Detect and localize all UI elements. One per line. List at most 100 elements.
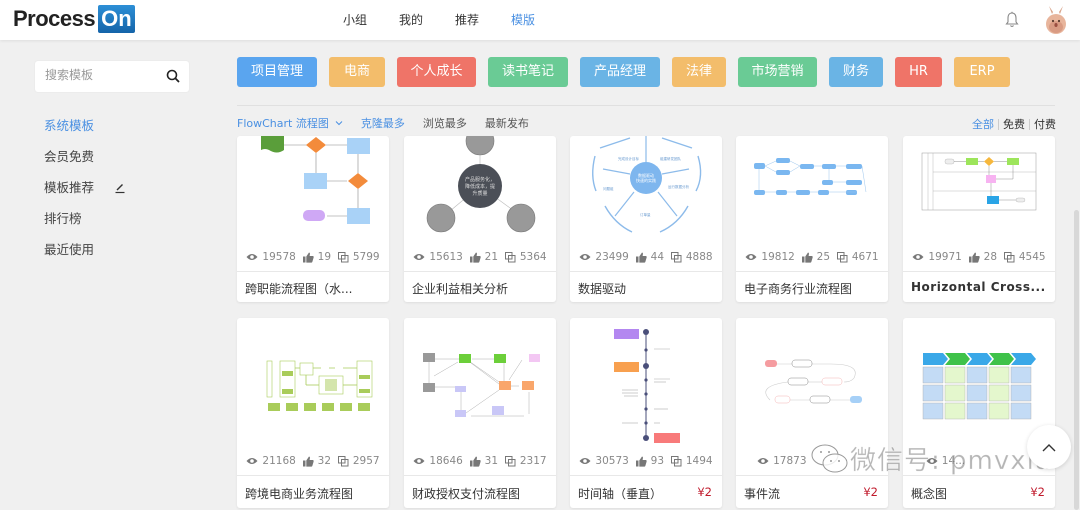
category-product-manager[interactable]: 产品经理 (580, 57, 660, 87)
eye-icon (926, 458, 938, 464)
clone-count: 5364 (504, 251, 547, 263)
bell-icon[interactable] (1004, 11, 1020, 29)
clone-count: 4545 (1003, 251, 1046, 263)
view-count: 18646 (413, 455, 463, 467)
nav-templates[interactable]: 模版 (511, 11, 535, 28)
sidebar-item-system-templates[interactable]: 系统模板 (44, 110, 126, 141)
template-card[interactable]: 30573 93 1494 时间轴（垂直） ¥2 (570, 318, 722, 508)
view-count: 21168 (246, 455, 296, 467)
clone-icon (504, 251, 516, 262)
sidebar-item-ranking[interactable]: 排行榜 (44, 203, 126, 234)
template-card[interactable]: 18646 31 2317 财政授权支付流程图 (404, 318, 556, 508)
template-card[interactable]: 14... 概念图 ¥2 (903, 318, 1055, 508)
nav-mine[interactable]: 我的 (399, 11, 423, 28)
eye-icon (579, 458, 591, 464)
category-reading-notes[interactable]: 读书笔记 (488, 57, 568, 87)
template-title: 时间轴（垂直） (578, 487, 663, 501)
thumbs-up-icon (469, 252, 481, 263)
main-nav: 小组 我的 推荐 模版 (343, 0, 567, 38)
template-card[interactable]: 17873 事件流 ¥2 (736, 318, 888, 508)
view-count: 15613 (413, 251, 463, 263)
user-avatar[interactable] (1043, 5, 1069, 35)
clone-icon (670, 455, 682, 466)
chart-type-label: FlowChart 流程图 (237, 117, 329, 130)
template-thumbnail (423, 353, 540, 417)
clone-count: 4888 (670, 251, 713, 263)
thumbs-up-icon (635, 252, 647, 263)
search-input[interactable] (45, 68, 155, 82)
sidebar-item-recent[interactable]: 最近使用 (44, 234, 126, 265)
filter-bar: FlowChart 流程图 克隆最多 浏览最多 最新发布 (237, 115, 529, 131)
thumbs-up-icon (302, 456, 314, 467)
template-thumbnail (921, 152, 1037, 211)
view-count: 19578 (246, 251, 296, 263)
template-stats: 30573 93 1494 (570, 452, 722, 470)
clone-count: 5799 (337, 251, 380, 263)
separator (1029, 118, 1030, 130)
category-marketing[interactable]: 市场营销 (738, 57, 817, 87)
clone-count: 2957 (337, 455, 380, 467)
view-count: 17873 (757, 455, 807, 467)
sidebar-item-template-recommend[interactable]: 模板推荐 (44, 172, 126, 203)
svg-text:组建研发团队: 组建研发团队 (660, 156, 681, 161)
price-filter-paid[interactable]: 付费 (1034, 116, 1056, 132)
sort-most-viewed[interactable]: 浏览最多 (423, 115, 467, 131)
svg-text:快速的实践: 快速的实践 (636, 177, 656, 183)
chart-type-dropdown[interactable]: FlowChart 流程图 (237, 115, 343, 131)
eye-icon (413, 458, 425, 464)
template-stats: 18646 31 2317 (404, 452, 556, 470)
page-scrollbar[interactable] (1074, 210, 1079, 510)
back-to-top-button[interactable] (1027, 425, 1071, 469)
template-thumbnail (754, 158, 867, 195)
template-card[interactable]: 产品服务化， 降低成本，提 升质量 15613 21 5364 企业利益相关分析 (404, 136, 556, 302)
category-hr[interactable]: HR (895, 57, 942, 87)
view-count: 19971 (912, 251, 962, 263)
processon-logo[interactable]: Process On (13, 5, 135, 33)
thumbs-up-icon (469, 456, 481, 467)
template-card[interactable]: 19812 25 4671 电子商务行业流程图 (736, 136, 888, 302)
svg-text:升质量: 升质量 (472, 190, 487, 197)
sidebar-item-member-free[interactable]: 会员免费 (44, 141, 126, 172)
like-count: 44 (635, 251, 664, 263)
svg-text:产品服务化，: 产品服务化， (465, 176, 495, 183)
clone-count: 4671 (836, 251, 879, 263)
template-thumbnail (765, 359, 862, 404)
category-project-management[interactable]: 项目管理 (237, 57, 317, 87)
chevron-down-icon (335, 121, 343, 126)
search-icon[interactable] (166, 69, 180, 83)
price-filter: 全部 免费 付费 (972, 116, 1056, 132)
template-card[interactable]: 数据驱动 快速的实践 完成设计目标 组建研发团队 问题组 运行数据分析 订单量 … (570, 136, 722, 302)
view-count: 14... (926, 455, 965, 467)
price-filter-all[interactable]: 全部 (972, 116, 994, 132)
template-price: ¥2 (1030, 485, 1045, 499)
category-bar: 项目管理 电商 个人成长 读书笔记 产品经理 法律 市场营销 财务 HR ERP (237, 57, 1010, 87)
thumbs-up-icon (302, 252, 314, 263)
edit-pen-icon[interactable] (114, 182, 126, 194)
chevron-up-icon (1042, 443, 1056, 451)
card-divider (736, 271, 888, 272)
sidebar-item-label: 排行榜 (44, 210, 82, 226)
top-header: Process On 小组 我的 推荐 模版 (0, 0, 1080, 40)
template-stats: 15613 21 5364 (404, 248, 556, 266)
nav-recommend[interactable]: 推荐 (455, 11, 479, 28)
sort-most-cloned[interactable]: 克隆最多 (361, 115, 405, 131)
template-card[interactable]: 19578 19 5799 跨职能流程图（水... (237, 136, 389, 302)
category-finance[interactable]: 财务 (829, 57, 883, 87)
sidebar-item-label: 最近使用 (44, 241, 95, 257)
category-erp[interactable]: ERP (954, 57, 1010, 87)
category-ecommerce[interactable]: 电商 (329, 57, 385, 87)
view-count: 19812 (745, 251, 795, 263)
like-count: 31 (469, 455, 498, 467)
thumbs-up-icon (635, 456, 647, 467)
category-personal-growth[interactable]: 个人成长 (397, 57, 476, 87)
sort-newest[interactable]: 最新发布 (485, 115, 529, 131)
card-divider (570, 271, 722, 272)
svg-text:问题组: 问题组 (603, 186, 614, 191)
price-filter-free[interactable]: 免费 (1003, 116, 1025, 132)
template-card[interactable]: 21168 32 2957 跨境电商业务流程图 (237, 318, 389, 508)
category-law[interactable]: 法律 (672, 57, 726, 87)
nav-groups[interactable]: 小组 (343, 11, 367, 28)
eye-icon (579, 254, 591, 260)
template-card[interactable]: 19971 28 4545 Horizontal Cross... (903, 136, 1055, 302)
template-thumbnail (266, 360, 373, 411)
